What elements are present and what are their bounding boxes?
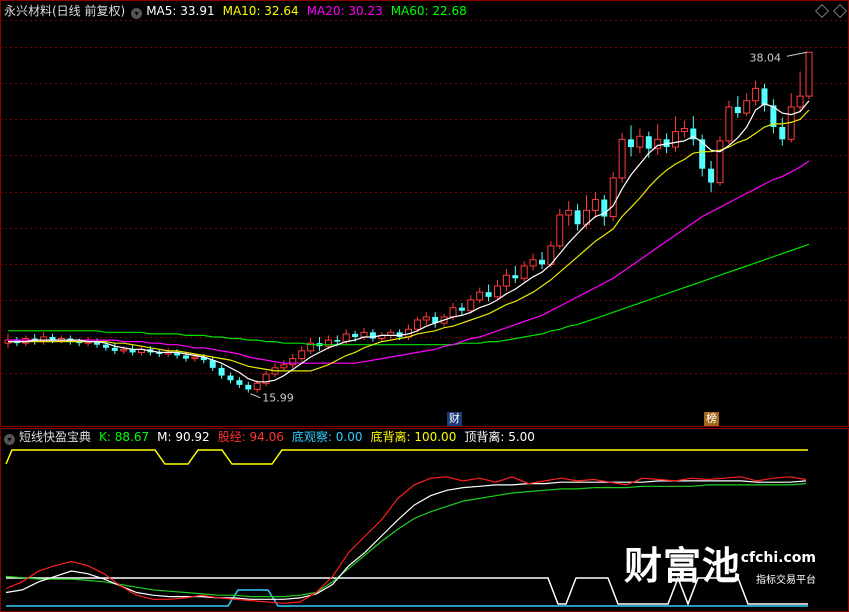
candle-body <box>298 350 306 360</box>
indicator-bottom-divergence: 底背离: 100.00 <box>370 430 457 444</box>
candle-body <box>280 364 288 369</box>
ma5-legend: MA5: 33.91 <box>146 4 215 18</box>
indicator-name[interactable]: 短线快盈宝典 <box>19 430 91 444</box>
indicator-top-divergence: 顶背离: 5.00 <box>464 430 535 444</box>
candle-body <box>628 139 634 148</box>
candle-body <box>334 340 341 342</box>
candle-body <box>708 168 715 183</box>
candle-body <box>520 265 528 279</box>
indicator-bottom-watch: 底观察: 0.00 <box>291 430 363 444</box>
candle-body <box>324 339 332 347</box>
candle-body <box>591 199 599 211</box>
candle-body <box>529 259 537 267</box>
watermark-logo: 财富池 <box>623 543 741 588</box>
candle-body <box>672 131 679 148</box>
indicator-gujing: 股经: 94.06 <box>217 430 284 444</box>
candle-body <box>574 210 581 225</box>
candle-body <box>191 356 199 360</box>
ma10-legend: MA10: 32.64 <box>222 4 299 18</box>
candle-body <box>805 51 813 97</box>
candle-body <box>779 126 786 140</box>
bang-tag[interactable]: 榜 <box>704 412 719 426</box>
candle-body <box>40 336 48 343</box>
candle-body <box>360 331 368 338</box>
candle-body <box>636 135 644 148</box>
candle-body <box>556 214 564 247</box>
candle-body <box>467 299 475 312</box>
candle-body <box>111 347 118 351</box>
candle-body <box>761 88 768 106</box>
high-pointer <box>786 51 808 57</box>
candle-body <box>289 358 297 366</box>
candle-body <box>743 100 751 114</box>
candle-body <box>183 355 189 359</box>
candle-body <box>120 348 128 352</box>
candle-body <box>494 285 501 298</box>
candle-body <box>752 87 760 102</box>
watermark-subtitle: 指标交易平台 <box>756 575 816 586</box>
candle-body <box>502 274 510 287</box>
candle-body <box>716 140 724 184</box>
indicator-header: ▾ 短线快盈宝典 K: 88.67 M: 90.92 股经: 94.06 底观察: 0.0… <box>4 428 543 446</box>
indicator-m: M: 90.92 <box>157 430 210 444</box>
candle-body <box>609 177 617 218</box>
stock-title[interactable]: 永兴材料(日线 前复权) <box>4 4 125 18</box>
candle-body <box>236 380 243 385</box>
candle-body <box>422 316 430 321</box>
low-pointer <box>250 393 261 399</box>
main-header: 永兴材料(日线 前复权) ▾ MA5: 33.91 MA10: 32.64 MA20: … <box>4 2 475 20</box>
candle-body <box>342 333 350 343</box>
high-price-label: 38.04 <box>750 51 782 64</box>
candle-body <box>413 319 421 330</box>
bottom-divergence-line <box>5 449 808 465</box>
candle-body <box>352 333 359 337</box>
low-price-label: 15.99 <box>262 392 294 405</box>
candle-body <box>680 128 688 133</box>
candle-body <box>253 382 261 390</box>
chevron-down-icon[interactable]: ▾ <box>131 8 143 19</box>
candle-body <box>618 138 626 179</box>
chevron-down-icon[interactable]: ▾ <box>4 434 15 445</box>
indicator-k: K: 88.67 <box>99 430 150 444</box>
candle-body <box>734 106 741 114</box>
candle-body <box>565 209 573 216</box>
candle-body <box>245 384 252 390</box>
candle-body <box>539 259 545 265</box>
ma60-legend: MA60: 22.68 <box>390 4 467 18</box>
chart-window: 38.04 15.99 永兴材料(日线 前复权) ▾ MA5: 33.91 MA10: … <box>0 0 849 612</box>
kline-chart: 38.04 15.99 <box>0 0 849 427</box>
candle-body <box>512 275 519 279</box>
candle-body <box>725 106 733 142</box>
candle-body <box>476 291 484 301</box>
candle-body <box>645 136 652 149</box>
candle-body <box>796 95 804 108</box>
candle-body <box>227 375 234 381</box>
candle-body <box>449 307 457 318</box>
cai-tag[interactable]: 财 <box>447 412 462 426</box>
candle-body <box>218 367 225 376</box>
candle-body <box>458 307 465 311</box>
ma20-legend: MA20: 30.23 <box>306 4 383 18</box>
candle-body <box>485 292 492 297</box>
watermark-url: cfchi.com <box>740 550 816 566</box>
chart-frame <box>0 0 849 427</box>
candle-body <box>102 344 109 348</box>
